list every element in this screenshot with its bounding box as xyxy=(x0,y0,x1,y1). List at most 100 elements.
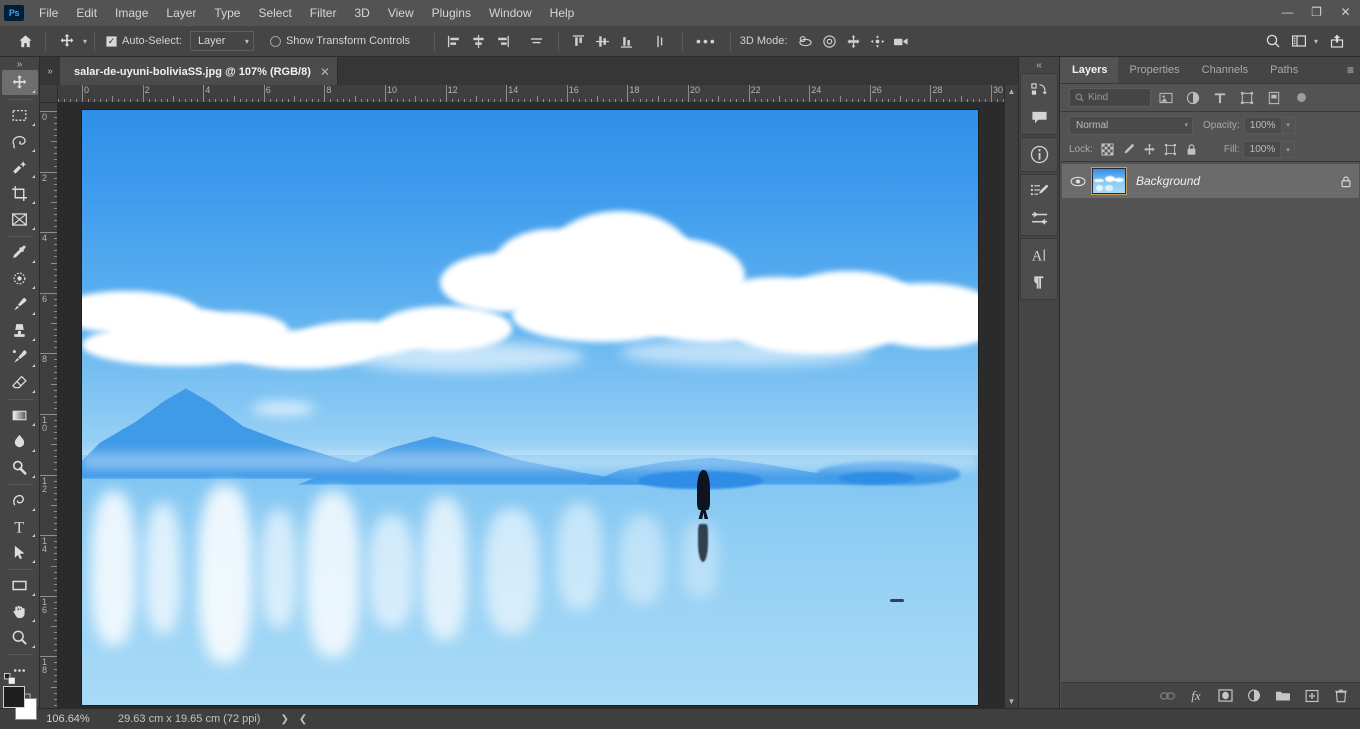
vertical-ruler[interactable]: 0 2 4 6 8 10 12 14 16 18 xyxy=(40,103,58,708)
spot-healing-brush-tool[interactable] xyxy=(2,266,38,291)
menu-item-view[interactable]: View xyxy=(379,0,423,26)
status-collapse-icon[interactable]: ❮ xyxy=(299,714,307,725)
scroll-down-icon[interactable]: ▼ xyxy=(1008,697,1016,706)
delete-layer-icon[interactable] xyxy=(1328,685,1354,707)
pan-3d-icon[interactable] xyxy=(841,30,865,52)
tab-properties[interactable]: Properties xyxy=(1118,57,1190,83)
zoom-tool[interactable] xyxy=(2,625,38,650)
layer-visibility-toggle[interactable] xyxy=(1064,176,1092,187)
opacity-stepper[interactable]: ▾ xyxy=(1281,116,1296,134)
workspace-icon[interactable] xyxy=(1286,28,1312,54)
clone-stamp-tool[interactable] xyxy=(2,318,38,343)
comments-icon[interactable] xyxy=(1022,104,1056,131)
maximize-button[interactable]: ❐ xyxy=(1302,0,1331,24)
close-icon[interactable]: ✕ xyxy=(320,65,330,79)
paragraph-icon[interactable] xyxy=(1022,269,1056,296)
layer-locked-icon[interactable] xyxy=(1333,175,1359,188)
scroll-up-icon[interactable]: ▲ xyxy=(1008,87,1016,96)
panel-menu-icon[interactable]: ≡ xyxy=(1347,64,1354,76)
distribute-horizontally-icon[interactable] xyxy=(524,30,548,52)
menu-item-filter[interactable]: Filter xyxy=(301,0,346,26)
menu-item-select[interactable]: Select xyxy=(249,0,300,26)
eraser-tool[interactable] xyxy=(2,370,38,395)
close-button[interactable]: ✕ xyxy=(1331,0,1360,24)
show-transform-check[interactable] xyxy=(269,35,281,47)
show-transform-checkbox[interactable]: Show Transform Controls xyxy=(269,35,410,47)
more-options-button[interactable]: ••• xyxy=(690,33,723,49)
default-colors-icon[interactable] xyxy=(3,673,15,685)
menu-item-layer[interactable]: Layer xyxy=(157,0,205,26)
chevron-down-icon[interactable]: ▾ xyxy=(1314,37,1318,46)
filter-shape-layers-icon[interactable] xyxy=(1235,88,1259,108)
camera-3d-icon[interactable] xyxy=(889,30,913,52)
filter-adjustment-layers-icon[interactable] xyxy=(1181,88,1205,108)
libraries-icon[interactable] xyxy=(1022,77,1056,104)
new-adjustment-layer-icon[interactable] xyxy=(1241,685,1267,707)
toolbar-collapse-icon[interactable]: » xyxy=(2,59,38,70)
align-bottom-edges-icon[interactable] xyxy=(614,30,638,52)
menu-item-help[interactable]: Help xyxy=(541,0,584,26)
menu-item-3d[interactable]: 3D xyxy=(345,0,378,26)
new-layer-icon[interactable] xyxy=(1299,685,1325,707)
align-horizontal-centers-icon[interactable] xyxy=(466,30,490,52)
layer-name[interactable]: Background xyxy=(1126,174,1333,188)
new-group-icon[interactable] xyxy=(1270,685,1296,707)
rectangular-marquee-tool[interactable] xyxy=(2,103,38,128)
fill-stepper[interactable]: ▾ xyxy=(1281,141,1296,158)
active-tool-icon[interactable] xyxy=(53,29,81,53)
slide-3d-icon[interactable] xyxy=(865,30,889,52)
filter-toggle-switch[interactable] xyxy=(1297,93,1306,102)
gradient-tool[interactable] xyxy=(2,403,38,428)
tab-channels[interactable]: Channels xyxy=(1191,57,1259,83)
lock-artboard-nesting-icon[interactable] xyxy=(1160,140,1181,159)
layer-list[interactable]: Background xyxy=(1061,162,1360,682)
auto-select-checkbox[interactable]: Auto-Select: xyxy=(106,35,182,47)
minimize-button[interactable]: — xyxy=(1273,0,1302,24)
blend-mode-dropdown[interactable]: Normal ▾ xyxy=(1069,115,1193,135)
ruler-origin[interactable] xyxy=(40,85,58,103)
menu-item-window[interactable]: Window xyxy=(480,0,541,26)
filter-type-layers-icon[interactable] xyxy=(1208,88,1232,108)
align-left-edges-icon[interactable] xyxy=(442,30,466,52)
status-expand-icon[interactable]: ❯ xyxy=(280,714,288,725)
rectangle-tool[interactable] xyxy=(2,573,38,598)
path-selection-tool[interactable] xyxy=(2,540,38,565)
home-icon[interactable] xyxy=(12,28,38,54)
opacity-value[interactable]: 100% xyxy=(1243,116,1282,134)
filter-pixel-layers-icon[interactable] xyxy=(1154,88,1178,108)
crop-tool[interactable] xyxy=(2,181,38,206)
document-tab[interactable]: salar-de-uyuni-boliviaSS.jpg @ 107% (RGB… xyxy=(60,57,338,85)
canvas-vertical-scrollbar[interactable]: ▲ ▼ xyxy=(1004,85,1018,708)
color-swatches[interactable] xyxy=(2,673,37,720)
align-top-edges-icon[interactable] xyxy=(566,30,590,52)
artboard[interactable] xyxy=(82,110,978,705)
info-icon[interactable] xyxy=(1022,141,1056,168)
layer-thumbnail[interactable] xyxy=(1091,167,1127,195)
panel-expand-icon[interactable]: » xyxy=(40,57,60,85)
rail-collapse-icon[interactable]: « xyxy=(1019,57,1059,73)
brush-tool[interactable] xyxy=(2,292,38,317)
frame-tool[interactable] xyxy=(2,207,38,232)
pen-tool[interactable] xyxy=(2,488,38,513)
blur-tool[interactable] xyxy=(2,429,38,454)
tool-preset-chevron-icon[interactable]: ▾ xyxy=(83,37,87,46)
menu-item-type[interactable]: Type xyxy=(205,0,249,26)
tab-paths[interactable]: Paths xyxy=(1259,57,1309,83)
move-tool[interactable] xyxy=(1,70,38,95)
properties-sliders-icon[interactable] xyxy=(1022,205,1056,232)
tab-layers[interactable]: Layers xyxy=(1061,57,1119,83)
zoom-level[interactable]: 106.64% xyxy=(40,713,96,725)
eyedropper-tool[interactable] xyxy=(2,240,38,265)
distribute-vertically-icon[interactable] xyxy=(648,30,672,52)
lasso-tool[interactable] xyxy=(2,129,38,154)
canvas-area[interactable] xyxy=(58,103,1018,708)
adjustments-icon[interactable] xyxy=(1022,178,1056,205)
align-right-edges-icon[interactable] xyxy=(490,30,514,52)
layer-style-fx-icon[interactable]: fx xyxy=(1183,685,1209,707)
lock-position-icon[interactable] xyxy=(1139,140,1160,159)
object-selection-tool[interactable] xyxy=(2,155,38,180)
add-layer-mask-icon[interactable] xyxy=(1212,685,1238,707)
menu-item-file[interactable]: File xyxy=(30,0,67,26)
history-brush-tool[interactable] xyxy=(2,344,38,369)
dodge-tool[interactable] xyxy=(2,455,38,480)
